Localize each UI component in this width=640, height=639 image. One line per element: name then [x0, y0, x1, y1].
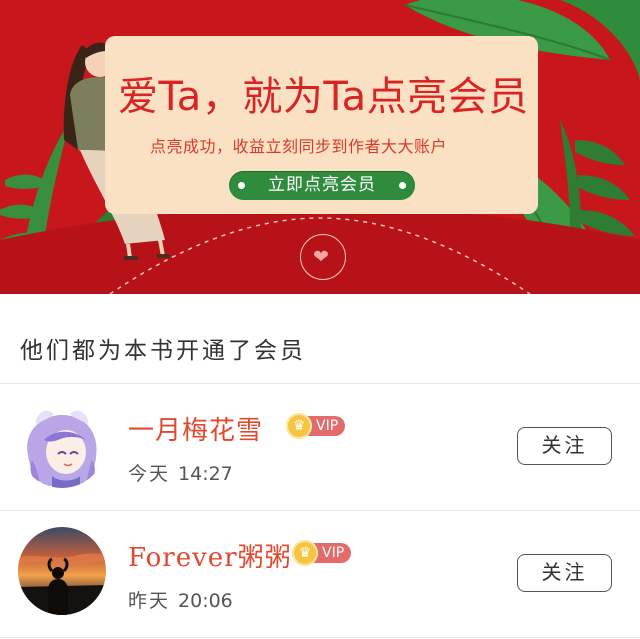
member-name[interactable]: 一月梅花雪 [128, 410, 263, 447]
list-item[interactable]: 一月梅花雪 ♛ VIP 今天 14:27 关注 [0, 384, 640, 510]
heart-icon: ❤ [313, 246, 329, 268]
join-clock: 20:06 [178, 590, 233, 612]
join-day: 昨天 [128, 590, 171, 612]
divider [0, 637, 640, 638]
follow-button[interactable]: 关注 [517, 554, 612, 592]
join-day: 今天 [128, 463, 171, 485]
follow-button[interactable]: 关注 [517, 427, 612, 465]
avatar[interactable] [18, 400, 106, 488]
activate-membership-button[interactable]: 立即点亮会员 [229, 171, 415, 200]
member-name[interactable]: Forever粥粥 [128, 537, 292, 574]
list-item[interactable]: Forever粥粥 ♛ VIP 昨天 20:06 关注 [0, 511, 640, 637]
avatar[interactable] [18, 527, 106, 615]
envelope-seal: ❤ [300, 234, 346, 280]
avatar-sunset-image [18, 527, 106, 615]
join-clock: 14:27 [178, 463, 233, 485]
banner-subline: 点亮成功，收益立刻同步到作者大大账户 [150, 137, 448, 156]
cta-left-dot [238, 182, 245, 189]
vip-badge: ♛ VIP [286, 413, 346, 439]
avatar-anime-girl-image [18, 400, 106, 488]
banner-headline: 爱Ta，就为Ta点亮会员 [118, 74, 529, 120]
activate-membership-label: 立即点亮会员 [268, 175, 376, 195]
section-title: 他们都为本书开通了会员 [20, 338, 306, 364]
cta-right-dot [399, 182, 406, 189]
promo-banner[interactable]: 爱Ta，就为Ta点亮会员 点亮成功，收益立刻同步到作者大大账户 立即点亮会员 ❤ [0, 0, 640, 294]
join-time: 今天 14:27 [128, 459, 233, 486]
crown-icon: ♛ [286, 413, 312, 439]
vip-badge: ♛ VIP [292, 540, 352, 566]
join-time: 昨天 20:06 [128, 586, 233, 613]
crown-icon: ♛ [292, 540, 318, 566]
